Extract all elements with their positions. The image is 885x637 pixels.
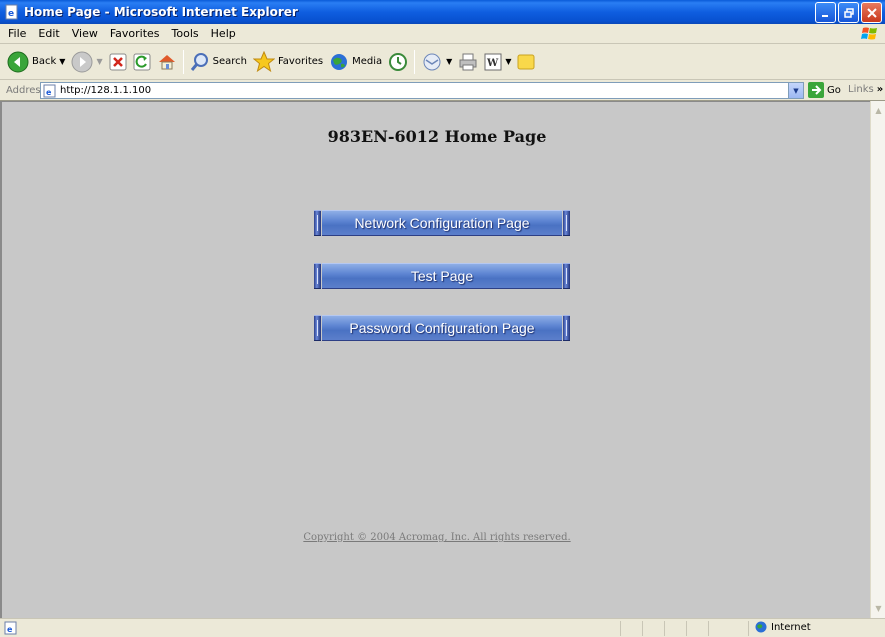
forward-button[interactable]: ▼ bbox=[68, 48, 105, 76]
stop-button[interactable] bbox=[106, 48, 130, 76]
scroll-up-icon[interactable]: ▲ bbox=[872, 103, 885, 118]
security-zone[interactable]: Internet bbox=[755, 621, 811, 633]
scroll-down-icon[interactable]: ▼ bbox=[872, 601, 885, 616]
menu-file[interactable]: File bbox=[2, 27, 32, 40]
refresh-icon bbox=[133, 53, 151, 70]
test-page-label: Test Page bbox=[322, 263, 562, 289]
zone-label: Internet bbox=[771, 621, 811, 633]
button-right-cap bbox=[563, 315, 570, 341]
close-icon bbox=[866, 7, 877, 18]
minimize-button[interactable] bbox=[815, 2, 836, 23]
status-divider bbox=[748, 621, 749, 636]
status-divider bbox=[642, 621, 643, 636]
window-title: Home Page - Microsoft Internet Explorer bbox=[24, 5, 298, 19]
chevron-right-icon: » bbox=[876, 84, 884, 95]
toolbar-separator bbox=[182, 49, 184, 74]
home-button[interactable] bbox=[154, 48, 180, 76]
word-document-icon: W bbox=[484, 53, 502, 70]
go-arrow-icon bbox=[808, 82, 824, 98]
svg-text:e: e bbox=[8, 9, 14, 19]
status-divider bbox=[620, 621, 621, 636]
sticky-note-icon bbox=[517, 54, 535, 69]
button-left-cap bbox=[314, 263, 321, 289]
search-label: Search bbox=[212, 56, 247, 67]
svg-text:e: e bbox=[7, 625, 13, 634]
media-button[interactable]: Media bbox=[326, 48, 385, 76]
page-title: 983EN-6012 Home Page bbox=[327, 127, 547, 146]
status-divider bbox=[664, 621, 665, 636]
button-left-cap bbox=[314, 315, 321, 341]
test-page-button[interactable]: Test Page bbox=[314, 263, 570, 289]
links-label: Links bbox=[848, 84, 874, 95]
mail-dropdown-icon[interactable]: ▼ bbox=[446, 57, 452, 66]
close-button[interactable] bbox=[861, 2, 882, 23]
favorites-star-icon bbox=[252, 50, 275, 72]
favorites-label: Favorites bbox=[277, 56, 324, 67]
back-arrow-icon bbox=[7, 51, 29, 72]
address-bar: Address e http://128.1.1.100 ▼ Go Links» bbox=[0, 80, 885, 101]
ie-page-icon: e bbox=[4, 621, 17, 635]
window-titlebar[interactable]: e Home Page - Microsoft Internet Explore… bbox=[0, 0, 885, 24]
button-left-cap bbox=[314, 210, 321, 236]
button-right-cap bbox=[563, 210, 570, 236]
media-globe-icon bbox=[331, 53, 348, 70]
stop-icon bbox=[109, 53, 127, 70]
menu-tools[interactable]: Tools bbox=[166, 27, 205, 40]
print-button[interactable] bbox=[455, 48, 481, 76]
back-button[interactable]: Back ▼ bbox=[4, 48, 68, 76]
toolbar-separator bbox=[414, 49, 416, 74]
history-button[interactable] bbox=[385, 48, 411, 76]
links-toolbar[interactable]: Links» bbox=[848, 84, 883, 95]
password-configuration-label: Password Configuration Page bbox=[322, 315, 562, 341]
menu-favorites[interactable]: Favorites bbox=[104, 27, 166, 40]
address-dropdown-icon[interactable]: ▼ bbox=[788, 83, 803, 98]
minimize-icon bbox=[821, 14, 828, 17]
search-icon bbox=[190, 52, 208, 71]
svg-text:e: e bbox=[46, 88, 52, 97]
edit-dropdown-icon[interactable]: ▼ bbox=[505, 57, 511, 66]
windows-logo-icon bbox=[861, 27, 877, 40]
password-configuration-button[interactable]: Password Configuration Page bbox=[314, 315, 570, 341]
forward-dropdown-icon[interactable]: ▼ bbox=[96, 57, 102, 66]
vertical-scrollbar[interactable]: ▲ ▼ bbox=[870, 101, 885, 618]
menu-view[interactable]: View bbox=[66, 27, 104, 40]
svg-text:W: W bbox=[486, 58, 499, 69]
favorites-button[interactable]: Favorites bbox=[250, 48, 326, 76]
page-content: 983EN-6012 Home Page Network Configurati… bbox=[0, 101, 870, 618]
standard-toolbar: Back ▼ ▼ Search Favorites Media ▼ W ▼ bbox=[0, 44, 885, 80]
go-label: Go bbox=[827, 84, 841, 96]
restore-icon bbox=[843, 7, 854, 18]
mail-icon bbox=[423, 53, 441, 70]
back-dropdown-icon[interactable]: ▼ bbox=[59, 57, 65, 66]
history-icon bbox=[389, 52, 408, 71]
search-button[interactable]: Search bbox=[187, 48, 250, 76]
menu-edit[interactable]: Edit bbox=[32, 27, 65, 40]
media-label: Media bbox=[352, 56, 383, 67]
forward-arrow-icon bbox=[71, 51, 93, 72]
refresh-button[interactable] bbox=[130, 48, 154, 76]
internet-globe-icon bbox=[755, 621, 767, 633]
printer-icon bbox=[459, 53, 477, 70]
address-url: http://128.1.1.100 bbox=[60, 85, 152, 96]
restore-button[interactable] bbox=[838, 2, 859, 23]
network-configuration-label: Network Configuration Page bbox=[322, 210, 562, 236]
status-divider bbox=[708, 621, 709, 636]
ie-page-icon: e bbox=[43, 84, 56, 97]
ie-page-icon: e bbox=[5, 4, 18, 20]
back-label: Back bbox=[32, 56, 57, 67]
status-divider bbox=[686, 621, 687, 636]
button-right-cap bbox=[563, 263, 570, 289]
discuss-button[interactable] bbox=[514, 48, 538, 76]
home-icon bbox=[158, 54, 175, 69]
edit-button[interactable]: W ▼ bbox=[481, 48, 514, 76]
go-button[interactable]: Go bbox=[808, 82, 841, 98]
menu-bar: File Edit View Favorites Tools Help bbox=[0, 24, 885, 44]
status-bar: e Internet bbox=[0, 618, 885, 637]
copyright-link[interactable]: Copyright © 2004 Acromag, Inc. All right… bbox=[2, 532, 872, 543]
address-input[interactable]: e http://128.1.1.100 ▼ bbox=[40, 82, 804, 99]
network-configuration-button[interactable]: Network Configuration Page bbox=[314, 210, 570, 236]
menu-help[interactable]: Help bbox=[205, 27, 242, 40]
mail-button[interactable]: ▼ bbox=[418, 48, 455, 76]
